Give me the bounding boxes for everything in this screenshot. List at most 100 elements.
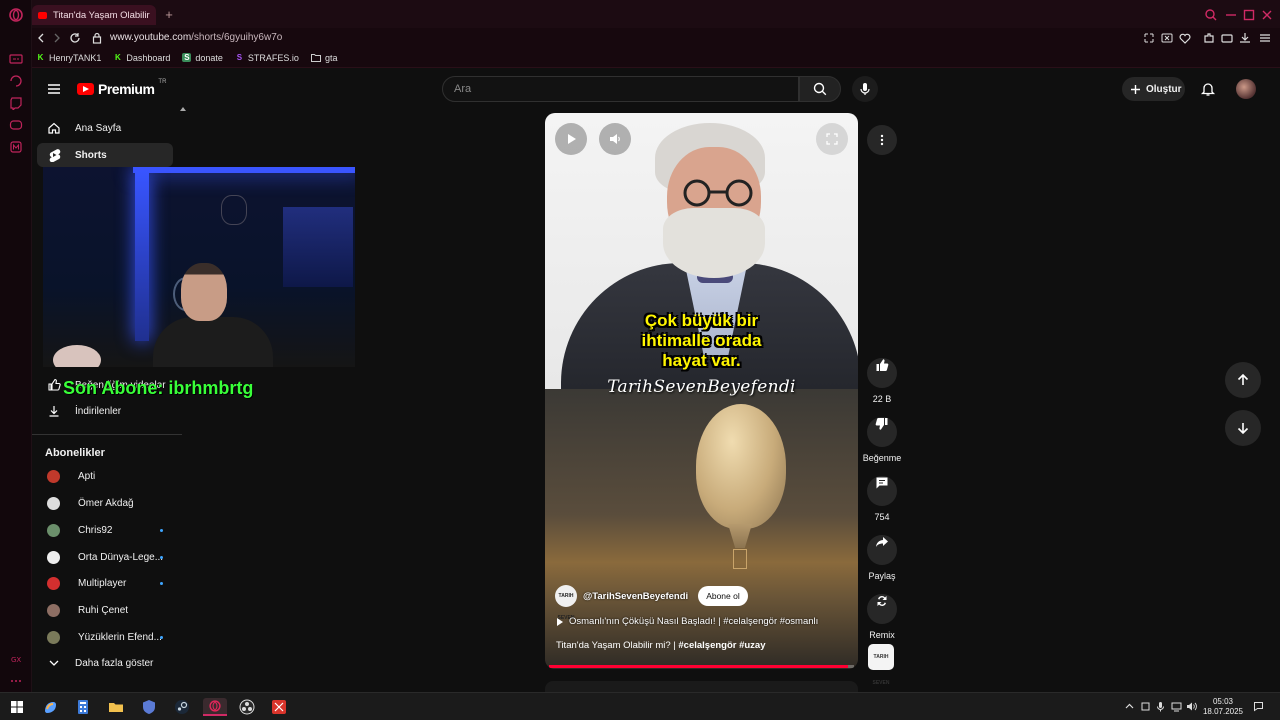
back-icon[interactable] xyxy=(34,31,48,45)
bookmark-folder-gta[interactable]: gta xyxy=(310,53,337,63)
subscription-item[interactable]: Ruhi Çenet xyxy=(37,598,173,622)
taskbar-clock[interactable]: 05:03 18.07.2025 xyxy=(1196,697,1250,717)
dislike-button[interactable] xyxy=(867,417,897,447)
cleaner-icon[interactable] xyxy=(9,74,23,88)
like-button[interactable] xyxy=(867,358,897,388)
subscription-item[interactable]: Ömer Akdağ xyxy=(37,491,173,515)
account-avatar[interactable] xyxy=(1236,79,1256,99)
more-dots-icon[interactable] xyxy=(9,674,23,688)
extensions-icon[interactable] xyxy=(1202,31,1216,45)
reload-icon[interactable] xyxy=(68,31,82,45)
snapshot-icon[interactable] xyxy=(1142,31,1156,45)
search-tabs-icon[interactable] xyxy=(1204,8,1218,22)
next-short-preview[interactable] xyxy=(545,681,858,692)
remix-button[interactable] xyxy=(867,594,897,624)
notifications-bell-icon[interactable] xyxy=(1200,81,1216,97)
bookmark-strafes[interactable]: S STRAFES.io xyxy=(235,53,299,63)
like-action[interactable]: 22 B xyxy=(864,350,900,404)
fullscreen-button[interactable] xyxy=(816,123,848,155)
tray-microphone-icon[interactable] xyxy=(1155,701,1166,712)
voice-search-button[interactable] xyxy=(852,76,878,102)
last-subscriber-overlay: Son Abone: ibrhmbrtg xyxy=(63,378,254,398)
comments-action[interactable]: 754 xyxy=(864,468,900,522)
tray-chevron-up-icon[interactable] xyxy=(1124,701,1135,712)
gx-corner-icon[interactable]: GX xyxy=(9,652,23,666)
video-title[interactable]: Titan'da Yaşam Olabilir mi? | #celalşeng… xyxy=(556,640,766,651)
channel-avatar[interactable]: TARIH SEVEN xyxy=(555,585,577,621)
remix-action[interactable]: Remix xyxy=(864,586,900,640)
share-action[interactable]: Paylaş xyxy=(864,527,900,581)
comments-button[interactable] xyxy=(867,476,897,506)
download-browser-icon[interactable] xyxy=(1238,31,1252,45)
close-icon[interactable] xyxy=(1260,8,1274,22)
steam-icon[interactable] xyxy=(173,698,191,716)
lock-icon[interactable] xyxy=(90,31,104,45)
streamer-body xyxy=(153,317,273,367)
windows-start-icon[interactable] xyxy=(8,698,26,716)
minimize-icon[interactable] xyxy=(1224,8,1238,22)
wallet-icon[interactable] xyxy=(1220,31,1234,45)
subscription-item[interactable]: Yüzüklerin Efend... xyxy=(37,625,173,649)
new-content-dot xyxy=(160,581,163,585)
search-button[interactable] xyxy=(799,76,841,102)
sidebar-item-downloads[interactable]: İndirilenler xyxy=(37,399,173,423)
subscription-item[interactable]: Orta Dünya-Lege... xyxy=(37,545,173,569)
discord-icon[interactable] xyxy=(9,118,23,132)
twitch-icon[interactable] xyxy=(9,96,23,110)
channel-handle[interactable]: @TarihSevenBeyefendi xyxy=(583,591,688,602)
share-button[interactable] xyxy=(867,535,897,565)
play-button[interactable] xyxy=(555,123,587,155)
url-field[interactable]: www.youtube.com/shorts/6gyuihy6w7o xyxy=(110,31,282,45)
sidebar-item-home[interactable]: Ana Sayfa xyxy=(37,116,173,140)
strafes-icon: S xyxy=(236,53,243,62)
more-options-button[interactable] xyxy=(867,125,897,155)
app-shield-icon[interactable] xyxy=(140,698,158,716)
calculator-icon[interactable] xyxy=(74,698,92,716)
notifications-center-icon[interactable] xyxy=(1253,701,1264,712)
new-tab-button[interactable]: + xyxy=(162,8,176,22)
vpn-icon[interactable] xyxy=(1160,31,1174,45)
sidebar-scroll-up-icon[interactable] xyxy=(180,105,186,113)
shorts-player[interactable]: Çok büyük bir ihtimalle orada hayat var.… xyxy=(545,113,858,669)
file-explorer-icon[interactable] xyxy=(107,698,125,716)
red-app-icon[interactable] xyxy=(270,698,288,716)
messenger-icon[interactable] xyxy=(9,140,23,154)
bookmark-heart-icon[interactable] xyxy=(1178,31,1192,45)
subscription-item[interactable]: Multiplayer xyxy=(37,571,173,595)
like-count: 22 B xyxy=(872,394,892,404)
sidebar-item-shorts[interactable]: Shorts xyxy=(37,143,173,167)
tray-device-icon[interactable] xyxy=(1140,701,1151,712)
obs-icon[interactable] xyxy=(238,698,256,716)
subscribe-button[interactable]: Abone ol xyxy=(698,586,748,606)
next-short-button[interactable] xyxy=(1225,410,1261,446)
previous-short-button[interactable] xyxy=(1225,362,1261,398)
hamburger-menu-icon[interactable] xyxy=(46,81,62,97)
bookmark-dashboard[interactable]: K Dashboard xyxy=(113,53,170,63)
tray-network-icon[interactable] xyxy=(1171,701,1182,712)
browser-tab[interactable]: Titan'da Yaşam Olabilir mi xyxy=(32,5,156,25)
opera-gx-taskbar-icon[interactable] xyxy=(203,698,227,716)
gx-control-icon[interactable] xyxy=(9,52,23,66)
subscription-item[interactable]: Apti xyxy=(37,464,173,488)
dislike-action[interactable]: Beğenme xyxy=(863,409,901,463)
youtube-premium-logo[interactable]: Premium TR xyxy=(77,79,166,97)
bookmark-henrytank1[interactable]: K HenryTANK1 xyxy=(36,53,102,63)
subscription-item[interactable]: Chris92 xyxy=(37,518,173,542)
copilot-icon[interactable] xyxy=(41,698,59,716)
create-button[interactable]: Oluştur xyxy=(1122,77,1185,101)
forward-icon[interactable] xyxy=(50,31,64,45)
mute-button[interactable] xyxy=(599,123,631,155)
show-more-button[interactable]: Daha fazla göster xyxy=(37,651,173,675)
video-caption: Çok büyük bir ihtimalle orada hayat var. xyxy=(545,311,858,371)
sidebar-divider xyxy=(32,434,182,435)
opera-logo-icon[interactable] xyxy=(9,8,23,22)
donate-icon: S xyxy=(182,53,192,62)
search-input[interactable]: Ara xyxy=(442,76,799,102)
maximize-icon[interactable] xyxy=(1242,8,1256,22)
related-video-link[interactable]: Osmanlı'nın Çöküşü Nasıl Başladı! | #cel… xyxy=(557,616,818,627)
bookmark-donate[interactable]: Sdonate xyxy=(182,53,223,63)
original-sound-thumbnail[interactable]: TARIH SEVEN xyxy=(868,644,894,686)
progress-bar[interactable] xyxy=(549,665,854,668)
tab-bar: Titan'da Yaşam Olabilir mi + xyxy=(32,0,1280,30)
easy-setup-icon[interactable] xyxy=(1258,31,1272,45)
